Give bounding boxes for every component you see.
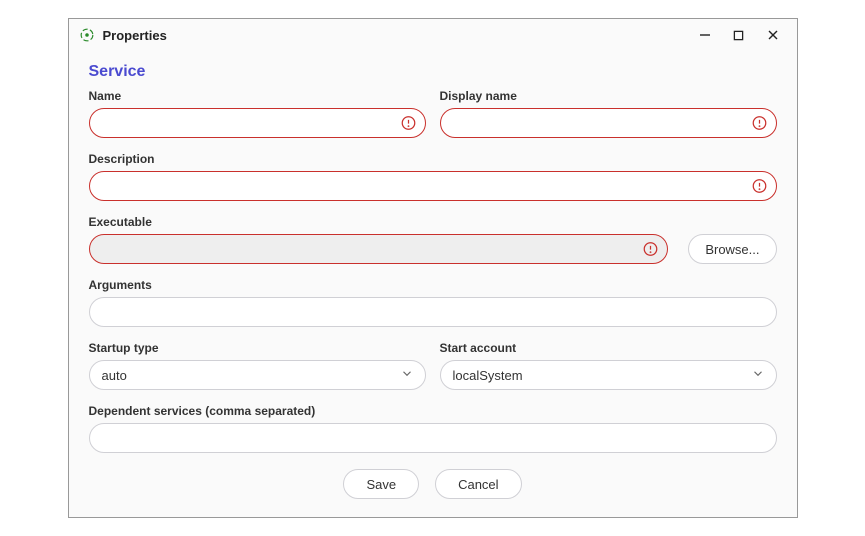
warning-icon [643, 242, 658, 257]
startup-type-label: Startup type [89, 341, 426, 355]
name-input[interactable] [89, 108, 426, 138]
description-input[interactable] [89, 171, 777, 201]
dependent-services-label: Dependent services (comma separated) [89, 404, 777, 418]
description-label: Description [89, 152, 777, 166]
executable-label: Executable [89, 215, 777, 229]
window-controls [697, 27, 787, 43]
arguments-label: Arguments [89, 278, 777, 292]
executable-input [89, 234, 669, 264]
properties-window: Properties Service Name [68, 18, 798, 518]
arguments-input[interactable] [89, 297, 777, 327]
start-account-label: Start account [440, 341, 777, 355]
warning-icon [752, 179, 767, 194]
maximize-button[interactable] [731, 27, 747, 43]
app-icon [79, 27, 95, 43]
browse-button[interactable]: Browse... [688, 234, 776, 264]
dialog-actions: Save Cancel [89, 469, 777, 499]
display-name-label: Display name [440, 89, 777, 103]
save-button[interactable]: Save [343, 469, 419, 499]
warning-icon [401, 116, 416, 131]
close-button[interactable] [765, 27, 781, 43]
name-label: Name [89, 89, 426, 103]
form-content: Service Name Display name [69, 49, 797, 517]
window-title: Properties [103, 28, 697, 43]
minimize-button[interactable] [697, 27, 713, 43]
warning-icon [752, 116, 767, 131]
cancel-button[interactable]: Cancel [435, 469, 521, 499]
dependent-services-input[interactable] [89, 423, 777, 453]
start-account-select[interactable] [440, 360, 777, 390]
display-name-input[interactable] [440, 108, 777, 138]
titlebar: Properties [69, 19, 797, 49]
section-title: Service [89, 63, 777, 81]
startup-type-select[interactable] [89, 360, 426, 390]
